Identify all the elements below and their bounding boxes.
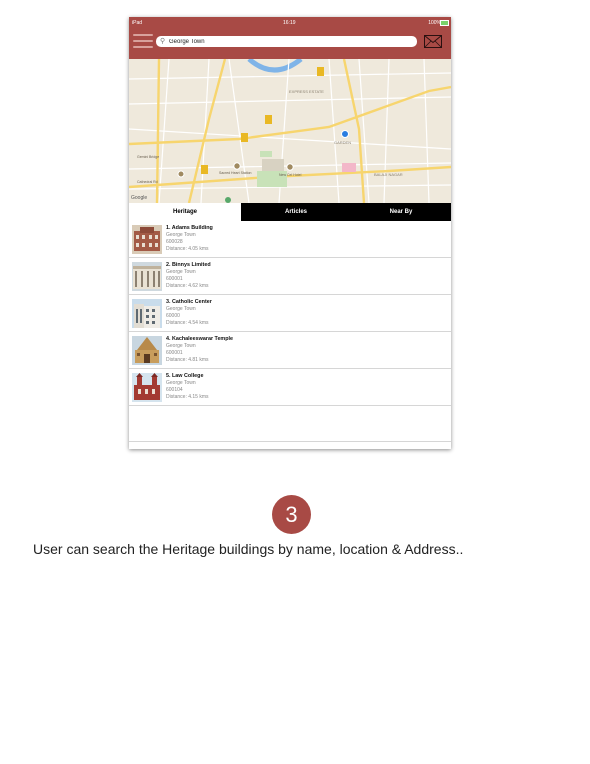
item-distance: Distance: 4.62 kms: [166, 283, 209, 290]
list-item-text: 5. Law College George Town 600104 Distan…: [166, 373, 209, 402]
search-input[interactable]: [169, 36, 409, 47]
step-caption: User can search the Heritage buildings b…: [33, 541, 464, 557]
list-item[interactable]: 1. Adams Building George Town 600028 Dis…: [129, 221, 451, 258]
hamburger-icon-bar: [133, 46, 153, 48]
tab-near-by[interactable]: Near By: [351, 203, 451, 221]
hamburger-icon-bar: [133, 40, 153, 42]
list-item[interactable]: 5. Law College George Town 600104 Distan…: [129, 369, 451, 406]
time-label: 16:19: [283, 20, 296, 26]
hamburger-icon: [133, 34, 153, 36]
catholic-center-thumbnail: [132, 299, 162, 328]
item-area: George Town: [166, 306, 196, 312]
item-area: George Town: [166, 232, 196, 238]
item-distance: Distance: 4.15 kms: [166, 394, 209, 401]
item-area: George Town: [166, 269, 196, 275]
list-item-text: 2. Binnys Limited George Town 600001 Dis…: [166, 262, 211, 291]
list-item[interactable]: 4. Kachaleeswarar Temple George Town 600…: [129, 332, 451, 369]
step-badge: 3: [272, 495, 311, 534]
tab-articles[interactable]: Articles: [241, 203, 351, 221]
list-item-text: 3. Catholic Center George Town 60000 Dis…: [166, 299, 212, 328]
tab-heritage[interactable]: Heritage: [129, 203, 241, 221]
item-name: 4. Kachaleeswarar Temple: [166, 336, 234, 342]
adams-building-thumbnail: [132, 225, 162, 254]
item-pin: 600001: [166, 350, 183, 357]
map-view[interactable]: EXPRESS ESTATE GARDEN BALAJI NAGAR Sacre…: [129, 59, 451, 203]
map-label-station: Sacred Heart Station: [219, 171, 252, 175]
heritage-list: 1. Adams Building George Town 600028 Dis…: [129, 221, 451, 406]
list-item[interactable]: 2. Binnys Limited George Town 600001 Dis…: [129, 258, 451, 295]
item-name: 1. Adams Building: [166, 225, 213, 231]
mail-icon[interactable]: [424, 35, 442, 48]
menu-button[interactable]: [133, 33, 153, 49]
item-name: 3. Catholic Center: [166, 299, 212, 305]
item-name: 5. Law College: [166, 373, 204, 379]
map-label-balaji: BALAJI NAGAR: [374, 172, 403, 177]
item-name: 2. Binnys Limited: [166, 262, 211, 268]
item-pin: 600001: [166, 276, 183, 283]
ipad-screen: iPad 16:19 100% ⚲ George Town EXPRESS ES…: [129, 17, 451, 449]
binnys-limited-thumbnail: [132, 262, 162, 291]
map-canvas: [129, 59, 451, 203]
item-distance: Distance: 4.05 kms: [166, 246, 209, 253]
item-distance: Distance: 4.54 kms: [166, 320, 209, 327]
search-bar[interactable]: ⚲: [156, 36, 417, 47]
item-area: George Town: [166, 343, 196, 349]
kachaleeswarar-temple-thumbnail: [132, 336, 162, 365]
divider: [129, 441, 451, 442]
tab-bar: Heritage Articles Near By: [129, 203, 451, 221]
battery-icon: [440, 20, 449, 26]
status-bar: iPad 16:19 100%: [129, 17, 451, 29]
map-label-road: Cathedral Rd: [137, 180, 158, 184]
item-area: George Town: [166, 380, 196, 386]
item-pin: 600104: [166, 387, 183, 394]
map-label-garden: GARDEN: [334, 140, 352, 145]
list-item-text: 4. Kachaleeswarar Temple George Town 600…: [166, 336, 233, 365]
law-college-thumbnail: [132, 373, 162, 402]
item-pin: 600028: [166, 239, 183, 246]
app-header: iPad 16:19 100% ⚲: [129, 17, 451, 59]
list-item-text: 1. Adams Building George Town 600028 Dis…: [166, 225, 213, 254]
item-pin: 60000: [166, 313, 180, 320]
map-label-bridge: Gemini Bridge: [137, 155, 160, 159]
search-icon: ⚲: [160, 38, 166, 45]
list-item[interactable]: 3. Catholic Center George Town 60000 Dis…: [129, 295, 451, 332]
carrier-label: iPad: [132, 20, 143, 26]
google-logo: Google: [131, 195, 148, 201]
map-label-estate: EXPRESS ESTATE: [289, 89, 324, 94]
map-label-hotel: New Cel Hotel: [279, 173, 302, 177]
item-distance: Distance: 4.81 kms: [166, 357, 209, 364]
